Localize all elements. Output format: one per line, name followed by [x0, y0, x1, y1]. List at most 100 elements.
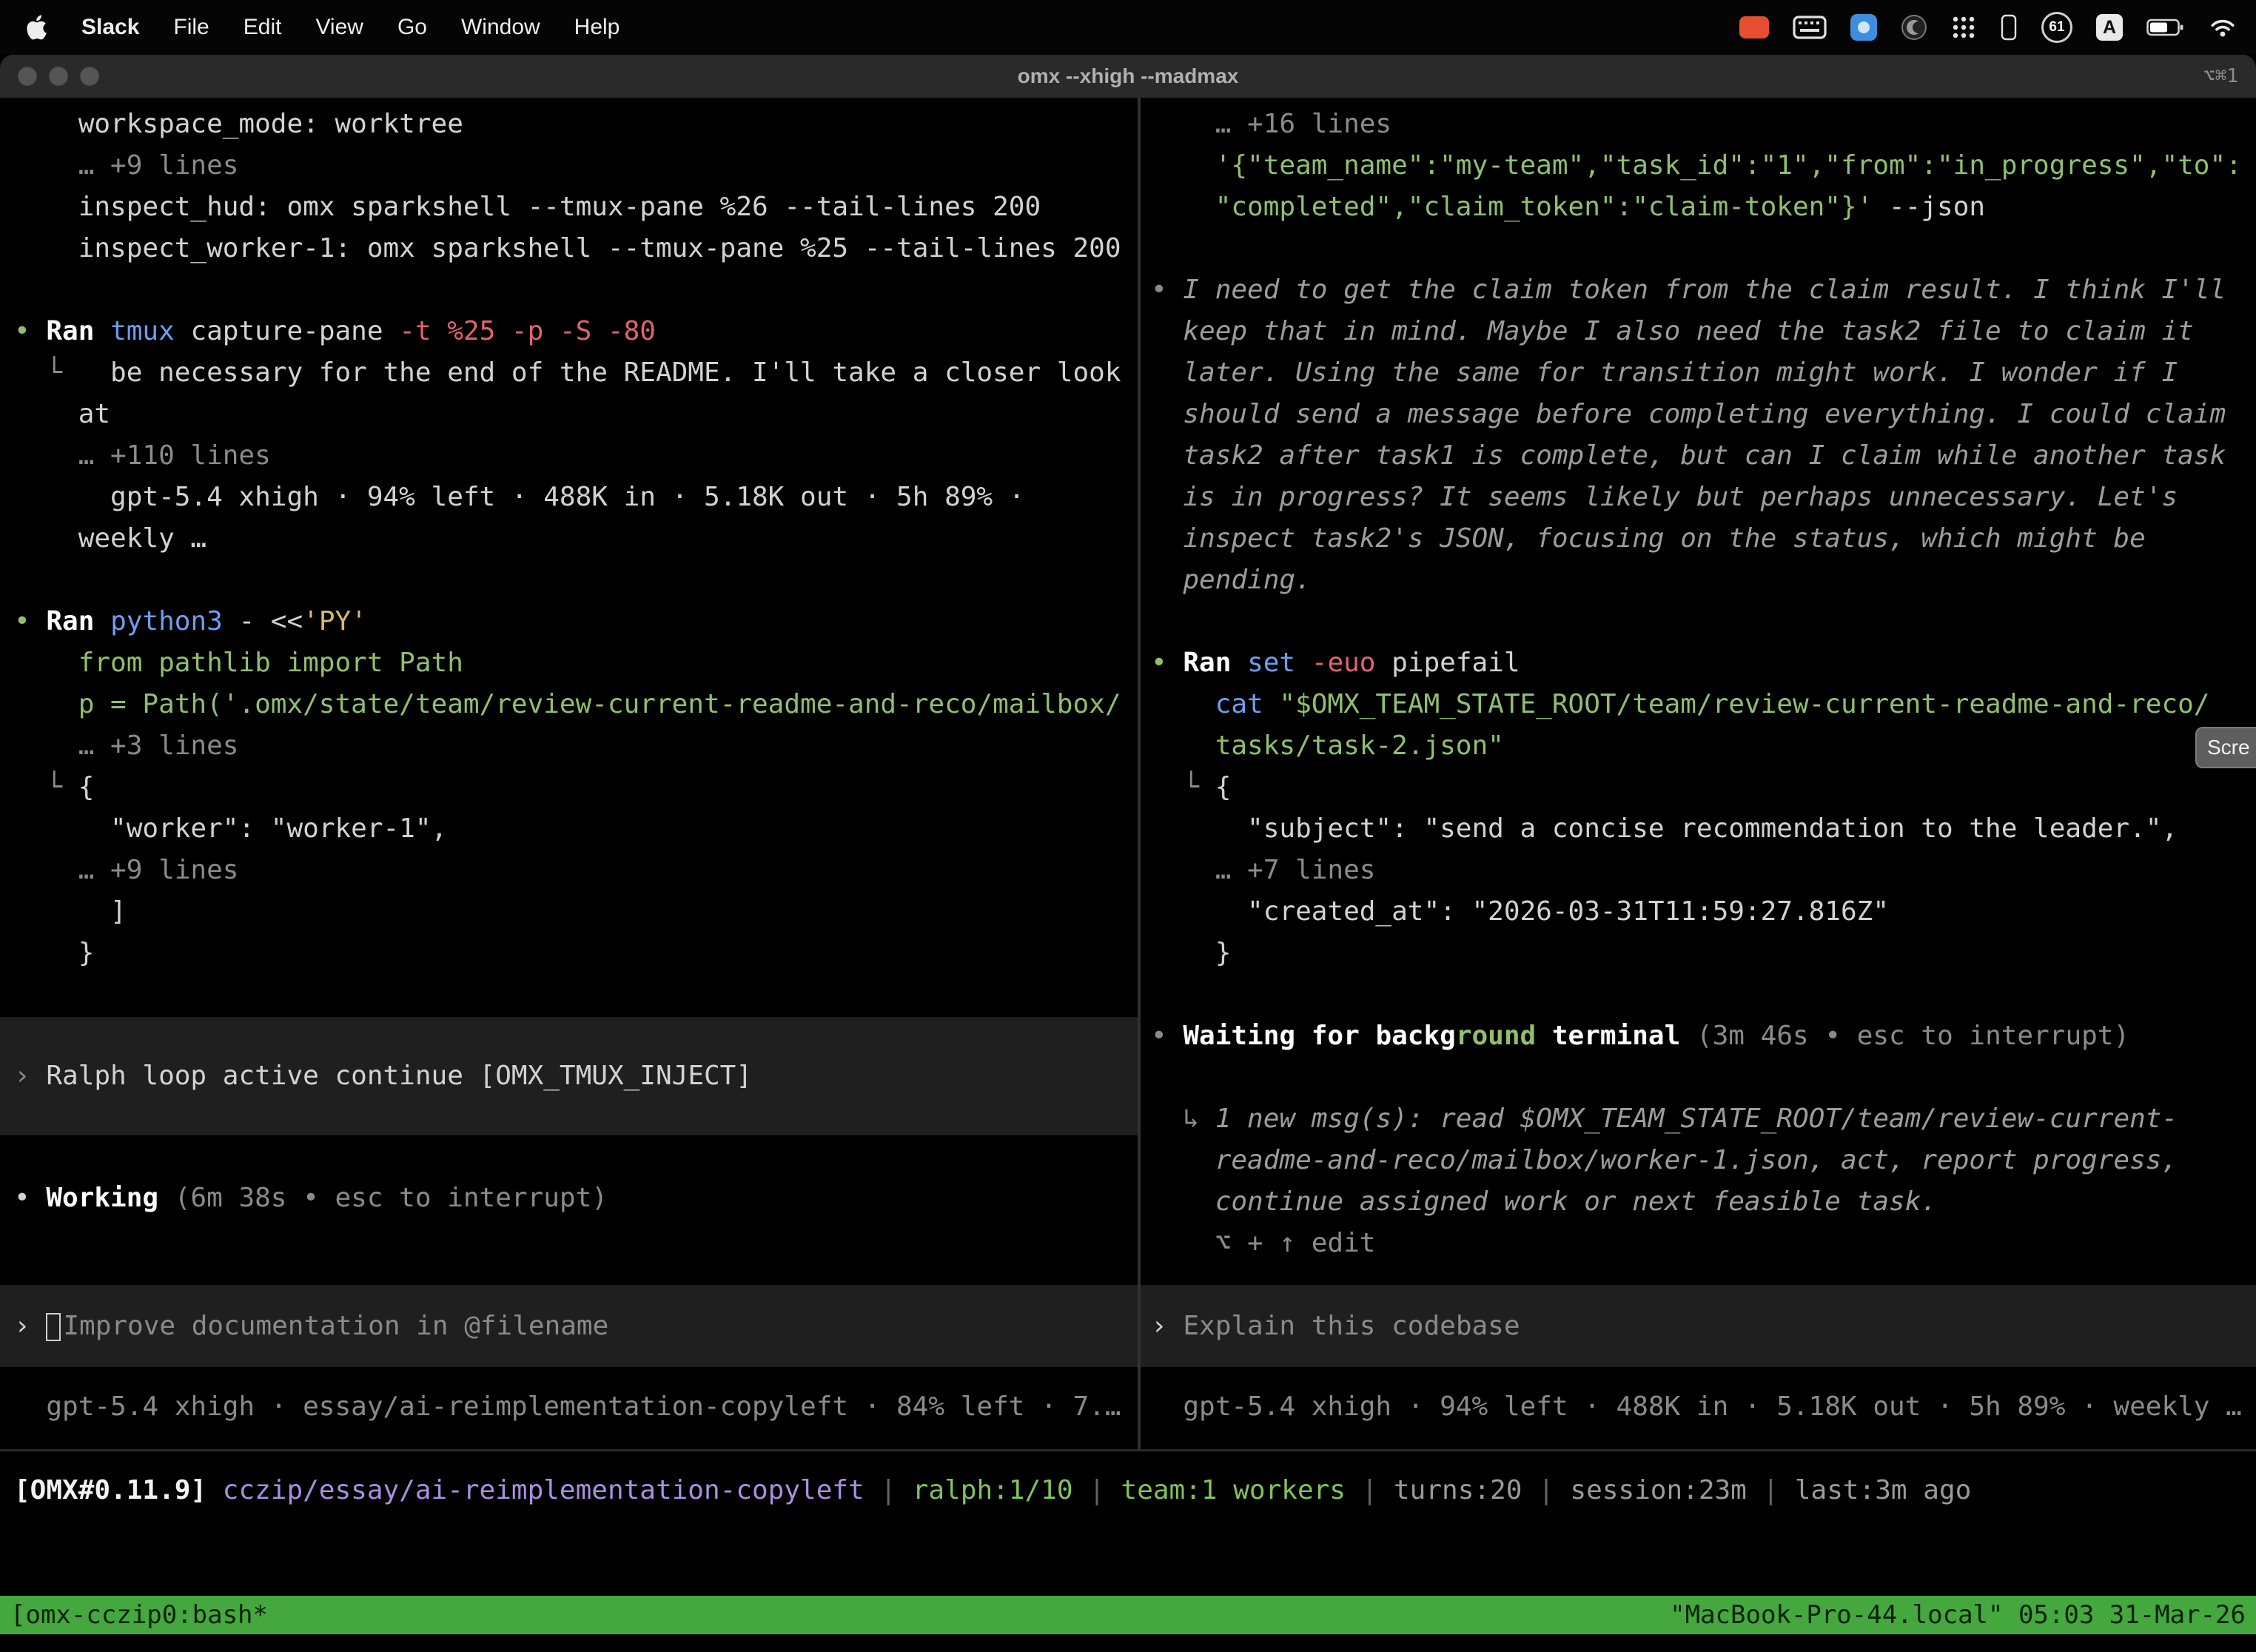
text-segment: … +3 lines — [14, 731, 238, 761]
text-segment: team:1 workers — [1121, 1475, 1346, 1505]
dark-app-icon[interactable] — [1901, 14, 1927, 41]
terminal-line — [1141, 601, 2256, 642]
minimize-button[interactable] — [49, 67, 68, 86]
text-segment: '{"team_name":"my-team","task_id":"1","f… — [1151, 150, 2242, 181]
close-button[interactable] — [18, 67, 37, 86]
terminal-line: keep that in mind. Maybe I also need the… — [1141, 311, 2256, 352]
input-cursor — [46, 1313, 61, 1341]
text-segment: › — [1151, 1311, 1183, 1341]
text-segment: › — [14, 1311, 46, 1341]
text-segment: Working — [46, 1183, 158, 1213]
text-segment: from pathlib import Path — [14, 648, 463, 678]
text-segment: • — [1151, 1021, 1183, 1051]
ralph-inject-banner: › Ralph loop active continue [OMX_TMUX_I… — [0, 1017, 1138, 1135]
apps-grid-icon[interactable] — [1951, 15, 1976, 40]
terminal-line: "worker": "worker-1", — [0, 808, 1138, 850]
tmux-status-bar: [omx-cczip0:bash* "MacBook-Pro-44.local"… — [0, 1596, 2256, 1634]
terminal-line: gpt-5.4 xhigh · 94% left · 488K in · 5.1… — [0, 477, 1138, 518]
terminal-line: ↳ 1 new msg(s): read $OMX_TEAM_STATE_ROO… — [1141, 1098, 2256, 1140]
text-segment: set — [1247, 648, 1312, 678]
text-segment: … +7 lines — [1151, 855, 1375, 885]
text-segment: cczip/essay/ai-reimplementation-copyleft — [223, 1475, 865, 1505]
apple-menu-icon[interactable] — [25, 14, 47, 41]
wifi-icon[interactable] — [2209, 17, 2237, 38]
text-segment: cat — [1151, 689, 1279, 719]
text-segment: Ran — [46, 316, 110, 346]
zoom-button[interactable] — [80, 67, 99, 86]
terminal-line — [0, 269, 1138, 311]
terminal-line: • Ran set -euo pipefail — [1141, 642, 2256, 684]
text-segment: { — [78, 772, 95, 802]
terminal-line: › Explain this codebase — [1141, 1306, 2256, 1347]
battery-icon[interactable] — [2146, 17, 2185, 38]
terminal-line: inspect_worker-1: omx sparkshell --tmux-… — [0, 228, 1138, 269]
text-segment: workspace_mode: worktree — [14, 109, 463, 139]
left-pane-scrollback: workspace_mode: worktree … +9 lines insp… — [0, 104, 1138, 974]
menu-app-name[interactable]: Slack — [81, 15, 139, 40]
terminal-line: … +9 lines — [0, 145, 1138, 187]
terminal-line: readme-and-reco/mailbox/worker-1.json, a… — [1141, 1140, 2256, 1181]
text-segment: last:3m ago — [1795, 1475, 1971, 1505]
terminal-line: task2 after task1 is complete, but can I… — [1141, 435, 2256, 477]
terminal-line: cat "$OMX_TEAM_STATE_ROOT/team/review-cu… — [1141, 684, 2256, 725]
prompt-input-right[interactable]: › Explain this codebase — [1141, 1285, 2256, 1367]
text-segment: Waiting for backg — [1183, 1021, 1455, 1051]
text-segment: "$OMX_TEAM_STATE_ROOT/team/review-curren… — [1279, 689, 2209, 719]
text-segment: tasks/task-2.json" — [1151, 731, 1504, 761]
text-segment: gpt-5.4 xhigh · essay/ai-reimplementatio… — [14, 1391, 1121, 1422]
window-title-bar[interactable]: omx --xhigh --madmax ⌥⌘1 — [0, 55, 2256, 98]
text-segment: tmux — [110, 316, 190, 346]
text-segment: -t %25 -p -S -80 — [399, 316, 656, 346]
recording-indicator-icon[interactable] — [1739, 16, 1769, 38]
battery-percent-badge[interactable]: 61 — [2041, 12, 2072, 43]
menu-view[interactable]: View — [315, 15, 363, 40]
terminal-line: is in progress? It seems likely but perh… — [1141, 477, 2256, 518]
tmux-session-info: [omx-cczip0:bash* — [10, 1600, 268, 1630]
text-segment: -euo — [1312, 648, 1391, 678]
menu-edit[interactable]: Edit — [244, 15, 282, 40]
display-icon[interactable] — [2000, 14, 2018, 41]
text-segment: inspect_hud: omx sparkshell --tmux-pane … — [14, 192, 1041, 222]
terminal-line — [1141, 228, 2256, 269]
terminal-line: … +16 lines — [1141, 104, 2256, 145]
text-segment: - << — [238, 606, 303, 637]
terminal-line: at — [0, 394, 1138, 435]
text-segment: inspect task2's JSON, focusing on the st… — [1151, 523, 2146, 554]
text-segment: } — [14, 938, 94, 968]
pane-left[interactable]: workspace_mode: worktree … +9 lines insp… — [0, 98, 1138, 1449]
terminal-line: • Ran tmux capture-pane -t %25 -p -S -80 — [0, 311, 1138, 352]
menu-help[interactable]: Help — [574, 15, 620, 40]
window-shortcut-hint: ⌥⌘1 — [2203, 65, 2238, 87]
terminal-line: inspect_hud: omx sparkshell --tmux-pane … — [0, 187, 1138, 228]
text-segment: 'PY' — [303, 606, 367, 637]
text-segment: ↳ — [1151, 1104, 1215, 1134]
terminal-line: └ { — [0, 767, 1138, 808]
text-segment: be necessary for the end of the README. … — [110, 357, 1121, 388]
terminal-line: └ { — [1141, 767, 2256, 808]
text-segment: gpt-5.4 xhigh · 94% left · 488K in · 5.1… — [14, 482, 1024, 512]
blue-app-icon[interactable] — [1850, 14, 1877, 41]
text-segment: weekly … — [14, 523, 207, 554]
keyboard-icon[interactable] — [1793, 16, 1827, 39]
text-segment: └ — [14, 772, 78, 802]
input-source-icon[interactable]: A — [2096, 14, 2123, 41]
text-segment: • — [1151, 648, 1183, 678]
text-segment: p = Path('.omx/state/team/review-current… — [14, 689, 1121, 719]
text-segment: (6m 38s • esc to interrupt) — [158, 1183, 608, 1213]
tmux-host-time: "MacBook-Pro-44.local" 05:03 31-Mar-26 — [1670, 1600, 2246, 1630]
screen-edge-tooltip: Scre — [2195, 727, 2256, 768]
menu-go[interactable]: Go — [397, 15, 427, 40]
terminal-line: … +3 lines — [0, 725, 1138, 767]
menu-file[interactable]: File — [173, 15, 209, 40]
prompt-input-left[interactable]: › Improve documentation in @filename — [0, 1285, 1138, 1367]
menu-window[interactable]: Window — [461, 15, 540, 40]
text-segment: "created_at": "2026-03-31T11:59:27.816Z" — [1151, 896, 1889, 927]
terminal-line: p = Path('.omx/state/team/review-current… — [0, 684, 1138, 725]
text-segment: inspect_worker-1: omx sparkshell --tmux-… — [14, 233, 1121, 263]
terminal-line — [1141, 1057, 2256, 1098]
text-segment: Improve documentation in @filename — [63, 1311, 608, 1341]
pane-right[interactable]: … +16 lines '{"team_name":"my-team","tas… — [1141, 98, 2256, 1449]
text-segment: | — [1346, 1475, 1394, 1505]
terminal-line: ⌥ + ↑ edit — [1141, 1223, 2256, 1264]
text-segment: python3 — [110, 606, 238, 637]
